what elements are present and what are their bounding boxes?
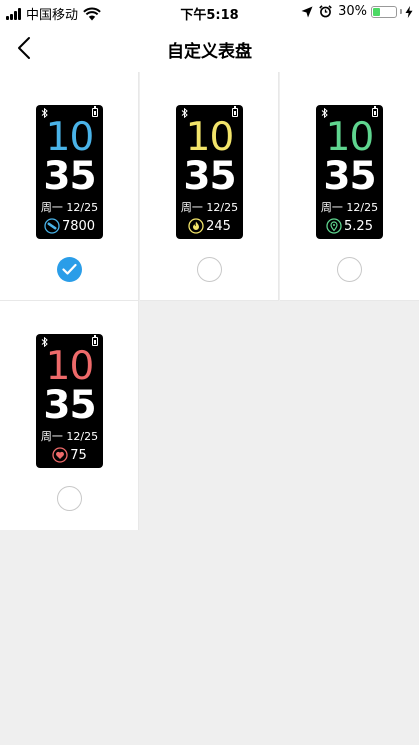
minute-text: 35 [43,154,96,199]
chevron-left-icon [18,37,30,59]
checkmark-icon [62,263,77,275]
date-text: 周一 12/25 [40,201,99,214]
location-pin-icon [326,218,342,234]
hour-text: 10 [325,115,375,160]
date-text: 周一 12/25 [180,201,239,214]
nav-bar: 自定义表盘 [0,24,419,72]
stat-value: 7800 [61,218,96,234]
date-text: 周一 12/25 [40,430,99,443]
battery-percent: 30% [338,4,367,19]
charging-bolt-icon [405,5,413,18]
watch-face-preview: 10 35 周一 12/25 75 [36,334,103,468]
stat-row: 75 [36,447,103,463]
minute-text: 35 [43,383,96,428]
hour-text: 10 [185,115,235,160]
hour-text: 10 [45,344,95,389]
battery-tip [400,9,402,14]
watch-face-preview: 10 35 周一 12/25 245 [176,105,243,239]
watch-face-preview: 10 35 周一 12/25 7800 [36,105,103,239]
back-button[interactable] [10,34,40,62]
select-radio[interactable] [57,257,82,282]
watch-face-option[interactable]: 10 35 周一 12/25 5.25 [280,72,419,301]
date-text: 周一 12/25 [320,201,379,214]
stat-value: 5.25 [344,218,373,234]
watch-face-option[interactable]: 10 35 周一 12/25 75 [0,301,139,530]
stat-value: 245 [206,218,231,234]
status-right: 30% [301,4,413,19]
alarm-clock-icon [319,5,332,18]
battery-fill [373,7,380,16]
watch-face-preview: 10 35 周一 12/25 5.25 [316,105,383,239]
page-title: 自定义表盘 [167,42,252,62]
stat-row: 5.25 [316,218,383,234]
minute-text: 35 [323,154,376,199]
watch-face-option[interactable]: 10 35 周一 12/25 245 [140,72,279,301]
stat-row: 7800 [36,218,103,234]
watch-face-option[interactable]: 10 35 周一 12/25 7800 [0,72,139,301]
stat-value: 75 [70,447,87,463]
location-arrow-icon [301,6,313,17]
battery-icon [371,5,397,18]
stat-row: 245 [176,218,243,234]
select-radio[interactable] [197,257,222,282]
hour-text: 10 [45,115,95,160]
heart-icon [52,447,68,463]
select-radio[interactable] [57,486,82,511]
select-radio[interactable] [337,257,362,282]
minute-text: 35 [183,154,236,199]
status-bar: 中国移动 下午5:18 30% [0,0,419,24]
steps-icon [44,218,60,234]
flame-icon [188,218,204,234]
